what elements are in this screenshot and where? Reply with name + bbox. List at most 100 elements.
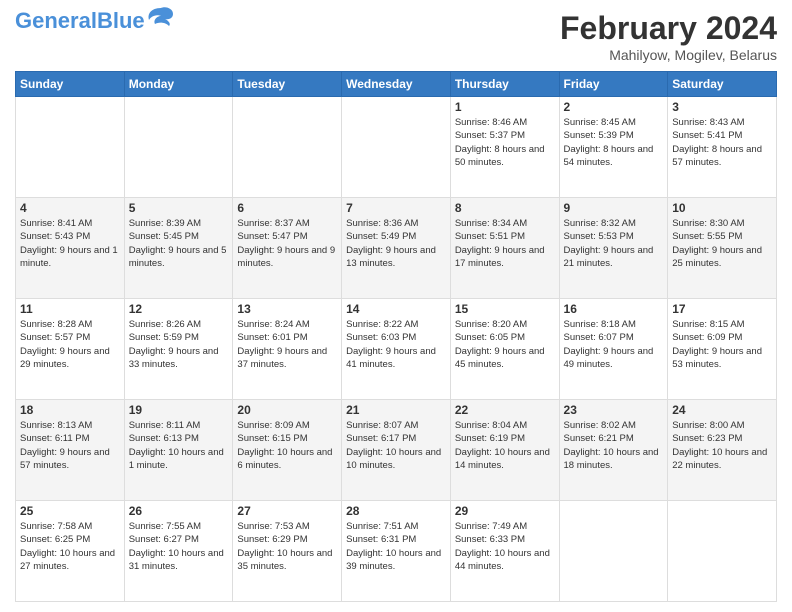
day-number: 17 xyxy=(672,302,772,316)
day-number: 26 xyxy=(129,504,229,518)
calendar-cell: 20 Sunrise: 8:09 AM Sunset: 6:15 PM Dayli… xyxy=(233,400,342,501)
calendar-cell: 12 Sunrise: 8:26 AM Sunset: 5:59 PM Dayli… xyxy=(124,299,233,400)
calendar-cell xyxy=(559,501,668,602)
day-info: Sunrise: 8:00 AM Sunset: 6:23 PM Dayligh… xyxy=(672,419,772,472)
day-number: 25 xyxy=(20,504,120,518)
calendar-cell: 24 Sunrise: 8:00 AM Sunset: 6:23 PM Dayli… xyxy=(668,400,777,501)
day-number: 22 xyxy=(455,403,555,417)
day-number: 11 xyxy=(20,302,120,316)
logo-general: General xyxy=(15,8,97,33)
day-number: 24 xyxy=(672,403,772,417)
calendar: SundayMondayTuesdayWednesdayThursdayFrid… xyxy=(15,71,777,602)
calendar-cell xyxy=(342,97,451,198)
day-header-saturday: Saturday xyxy=(668,72,777,97)
calendar-cell xyxy=(233,97,342,198)
day-info: Sunrise: 8:39 AM Sunset: 5:45 PM Dayligh… xyxy=(129,217,229,270)
calendar-cell: 8 Sunrise: 8:34 AM Sunset: 5:51 PM Daylig… xyxy=(450,198,559,299)
calendar-cell: 7Sunrise: 8:36 AM Sunset: 5:49 PM Daylig… xyxy=(342,198,451,299)
day-number: 15 xyxy=(455,302,555,316)
week-row-1: 4Sunrise: 8:41 AM Sunset: 5:43 PM Daylig… xyxy=(16,198,777,299)
day-info: Sunrise: 8:09 AM Sunset: 6:15 PM Dayligh… xyxy=(237,419,337,472)
page: GeneralBlue February 2024 Mahilyow, Mogi… xyxy=(0,0,792,612)
day-header-tuesday: Tuesday xyxy=(233,72,342,97)
day-info: Sunrise: 8:18 AM Sunset: 6:07 PM Dayligh… xyxy=(564,318,664,371)
day-number: 16 xyxy=(564,302,664,316)
day-info: Sunrise: 8:28 AM Sunset: 5:57 PM Dayligh… xyxy=(20,318,120,371)
calendar-cell: 4Sunrise: 8:41 AM Sunset: 5:43 PM Daylig… xyxy=(16,198,125,299)
day-info: Sunrise: 8:11 AM Sunset: 6:13 PM Dayligh… xyxy=(129,419,229,472)
day-number: 12 xyxy=(129,302,229,316)
calendar-cell xyxy=(16,97,125,198)
calendar-cell xyxy=(124,97,233,198)
day-info: Sunrise: 8:37 AM Sunset: 5:47 PM Dayligh… xyxy=(237,217,337,270)
calendar-cell: 27 Sunrise: 7:53 AM Sunset: 6:29 PM Dayli… xyxy=(233,501,342,602)
week-row-4: 25 Sunrise: 7:58 AM Sunset: 6:25 PM Dayli… xyxy=(16,501,777,602)
day-number: 23 xyxy=(564,403,664,417)
day-info: Sunrise: 8:46 AM Sunset: 5:37 PM Dayligh… xyxy=(455,116,555,169)
day-header-sunday: Sunday xyxy=(16,72,125,97)
day-number: 28 xyxy=(346,504,446,518)
day-info: Sunrise: 8:26 AM Sunset: 5:59 PM Dayligh… xyxy=(129,318,229,371)
day-number: 5 xyxy=(129,201,229,215)
calendar-cell: 18Sunrise: 8:13 AM Sunset: 6:11 PM Dayli… xyxy=(16,400,125,501)
day-number: 19 xyxy=(129,403,229,417)
day-header-monday: Monday xyxy=(124,72,233,97)
day-info: Sunrise: 7:53 AM Sunset: 6:29 PM Dayligh… xyxy=(237,520,337,573)
calendar-body: 1 Sunrise: 8:46 AM Sunset: 5:37 PM Daylig… xyxy=(16,97,777,602)
calendar-cell: 15 Sunrise: 8:20 AM Sunset: 6:05 PM Dayli… xyxy=(450,299,559,400)
calendar-cell: 14 Sunrise: 8:22 AM Sunset: 6:03 PM Dayli… xyxy=(342,299,451,400)
calendar-cell: 23 Sunrise: 8:02 AM Sunset: 6:21 PM Dayli… xyxy=(559,400,668,501)
calendar-cell: 17Sunrise: 8:15 AM Sunset: 6:09 PM Dayli… xyxy=(668,299,777,400)
calendar-cell: 26 Sunrise: 7:55 AM Sunset: 6:27 PM Dayli… xyxy=(124,501,233,602)
day-info: Sunrise: 8:20 AM Sunset: 6:05 PM Dayligh… xyxy=(455,318,555,371)
day-number: 20 xyxy=(237,403,337,417)
day-number: 2 xyxy=(564,100,664,114)
calendar-cell xyxy=(668,501,777,602)
day-number: 6 xyxy=(237,201,337,215)
day-number: 1 xyxy=(455,100,555,114)
day-info: Sunrise: 7:49 AM Sunset: 6:33 PM Dayligh… xyxy=(455,520,555,573)
header: GeneralBlue February 2024 Mahilyow, Mogi… xyxy=(15,10,777,63)
day-info: Sunrise: 7:51 AM Sunset: 6:31 PM Dayligh… xyxy=(346,520,446,573)
calendar-cell: 28 Sunrise: 7:51 AM Sunset: 6:31 PM Dayli… xyxy=(342,501,451,602)
calendar-cell: 16 Sunrise: 8:18 AM Sunset: 6:07 PM Dayli… xyxy=(559,299,668,400)
day-info: Sunrise: 8:30 AM Sunset: 5:55 PM Dayligh… xyxy=(672,217,772,270)
calendar-cell: 6 Sunrise: 8:37 AM Sunset: 5:47 PM Daylig… xyxy=(233,198,342,299)
day-number: 21 xyxy=(346,403,446,417)
calendar-header: SundayMondayTuesdayWednesdayThursdayFrid… xyxy=(16,72,777,97)
calendar-cell: 29 Sunrise: 7:49 AM Sunset: 6:33 PM Dayli… xyxy=(450,501,559,602)
day-number: 27 xyxy=(237,504,337,518)
logo-text: GeneralBlue xyxy=(15,10,145,32)
day-info: Sunrise: 8:07 AM Sunset: 6:17 PM Dayligh… xyxy=(346,419,446,472)
calendar-cell: 10Sunrise: 8:30 AM Sunset: 5:55 PM Dayli… xyxy=(668,198,777,299)
day-header-thursday: Thursday xyxy=(450,72,559,97)
day-info: Sunrise: 8:45 AM Sunset: 5:39 PM Dayligh… xyxy=(564,116,664,169)
day-number: 9 xyxy=(564,201,664,215)
calendar-cell: 11 Sunrise: 8:28 AM Sunset: 5:57 PM Dayli… xyxy=(16,299,125,400)
day-number: 14 xyxy=(346,302,446,316)
day-info: Sunrise: 8:24 AM Sunset: 6:01 PM Dayligh… xyxy=(237,318,337,371)
calendar-cell: 13 Sunrise: 8:24 AM Sunset: 6:01 PM Dayli… xyxy=(233,299,342,400)
day-number: 7 xyxy=(346,201,446,215)
calendar-cell: 3Sunrise: 8:43 AM Sunset: 5:41 PM Daylig… xyxy=(668,97,777,198)
day-number: 3 xyxy=(672,100,772,114)
title-area: February 2024 Mahilyow, Mogilev, Belarus xyxy=(560,10,777,63)
day-info: Sunrise: 8:34 AM Sunset: 5:51 PM Dayligh… xyxy=(455,217,555,270)
day-info: Sunrise: 7:58 AM Sunset: 6:25 PM Dayligh… xyxy=(20,520,120,573)
days-row: SundayMondayTuesdayWednesdayThursdayFrid… xyxy=(16,72,777,97)
week-row-0: 1 Sunrise: 8:46 AM Sunset: 5:37 PM Daylig… xyxy=(16,97,777,198)
day-number: 29 xyxy=(455,504,555,518)
day-info: Sunrise: 8:13 AM Sunset: 6:11 PM Dayligh… xyxy=(20,419,120,472)
day-number: 8 xyxy=(455,201,555,215)
day-info: Sunrise: 8:02 AM Sunset: 6:21 PM Dayligh… xyxy=(564,419,664,472)
day-info: Sunrise: 8:22 AM Sunset: 6:03 PM Dayligh… xyxy=(346,318,446,371)
logo: GeneralBlue xyxy=(15,10,175,32)
day-info: Sunrise: 7:55 AM Sunset: 6:27 PM Dayligh… xyxy=(129,520,229,573)
day-number: 13 xyxy=(237,302,337,316)
calendar-cell: 25 Sunrise: 7:58 AM Sunset: 6:25 PM Dayli… xyxy=(16,501,125,602)
calendar-cell: 22Sunrise: 8:04 AM Sunset: 6:19 PM Dayli… xyxy=(450,400,559,501)
day-info: Sunrise: 8:32 AM Sunset: 5:53 PM Dayligh… xyxy=(564,217,664,270)
day-header-friday: Friday xyxy=(559,72,668,97)
week-row-2: 11 Sunrise: 8:28 AM Sunset: 5:57 PM Dayli… xyxy=(16,299,777,400)
calendar-cell: 19 Sunrise: 8:11 AM Sunset: 6:13 PM Dayli… xyxy=(124,400,233,501)
